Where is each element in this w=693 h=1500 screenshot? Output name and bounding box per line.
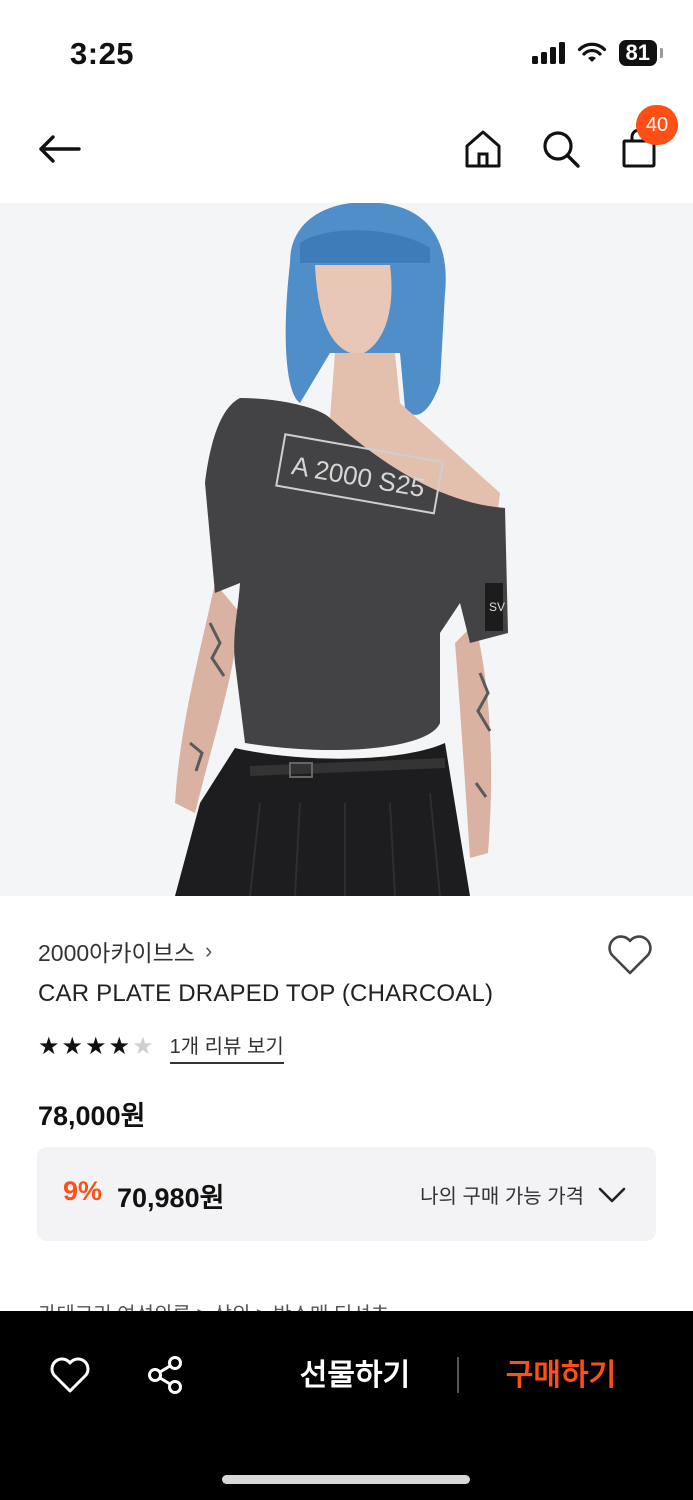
original-price: 78,000원 — [38, 1101, 146, 1131]
svg-text:SV: SV — [489, 600, 505, 614]
review-link[interactable]: 1개 리뷰 보기 — [169, 1030, 284, 1064]
cart-count-badge: 40 — [636, 105, 678, 145]
divider — [457, 1357, 459, 1393]
product-title: CAR PLATE DRAPED TOP (CHARCOAL) — [38, 980, 494, 1007]
star-icon: ★ — [38, 1033, 60, 1060]
bottom-action-bar: 선물하기 구매하기 — [0, 1311, 693, 1500]
like-button[interactable] — [48, 1353, 92, 1397]
brand-link[interactable]: 2000아카이브스 › — [38, 934, 212, 968]
discount-price-box[interactable]: 9% 70,980원 나의 구매 가능 가격 — [37, 1147, 656, 1241]
share-icon — [148, 1356, 182, 1394]
status-bar: 3:25 81 — [0, 0, 693, 100]
search-icon — [543, 131, 580, 168]
home-indicator[interactable] — [222, 1475, 470, 1484]
star-icon: ★ — [85, 1033, 107, 1060]
star-icon: ★ — [61, 1033, 84, 1060]
home-button[interactable] — [460, 126, 506, 172]
star-icon: ★ — [108, 1033, 131, 1060]
my-price-toggle[interactable]: 나의 구매 가능 가격 — [420, 1180, 626, 1209]
brand-name: 2000아카이브스 — [38, 940, 195, 966]
share-button[interactable] — [143, 1353, 187, 1397]
product-photo: A 2000 S25 SV — [0, 203, 693, 896]
category-breadcrumb: 카테고리 여성의류 > 상의 > 반소매 티셔츠 — [38, 1298, 658, 1312]
product-image[interactable]: A 2000 S25 SV — [0, 203, 693, 896]
back-button[interactable] — [34, 128, 84, 170]
status-indicators: 81 — [531, 40, 664, 66]
my-price-label: 나의 구매 가능 가격 — [420, 1186, 584, 1208]
star-rating: ★ ★ ★ ★ ★ — [38, 1034, 154, 1060]
chevron-right-icon: › — [204, 938, 213, 963]
heart-icon — [50, 1357, 90, 1393]
gift-button[interactable]: 선물하기 — [280, 1351, 430, 1401]
heart-icon — [608, 935, 652, 975]
rating-row: ★ ★ ★ ★ ★ 1개 리뷰 보기 — [38, 1030, 284, 1064]
wishlist-button[interactable] — [606, 933, 654, 977]
battery-indicator: 81 — [618, 40, 664, 66]
discount-price: 70,980원 — [117, 1183, 225, 1213]
wifi-icon — [577, 42, 606, 62]
top-nav-bar — [0, 100, 693, 200]
buy-button[interactable]: 구매하기 — [486, 1351, 636, 1401]
cellular-signal-icon — [531, 42, 565, 64]
search-button[interactable] — [538, 126, 584, 172]
status-time: 3:25 — [70, 36, 135, 71]
chevron-down-icon — [598, 1187, 626, 1202]
home-icon — [465, 130, 501, 168]
star-empty-icon: ★ — [132, 1033, 154, 1060]
arrow-left-icon — [39, 135, 81, 163]
discount-rate: 9% — [63, 1176, 103, 1206]
